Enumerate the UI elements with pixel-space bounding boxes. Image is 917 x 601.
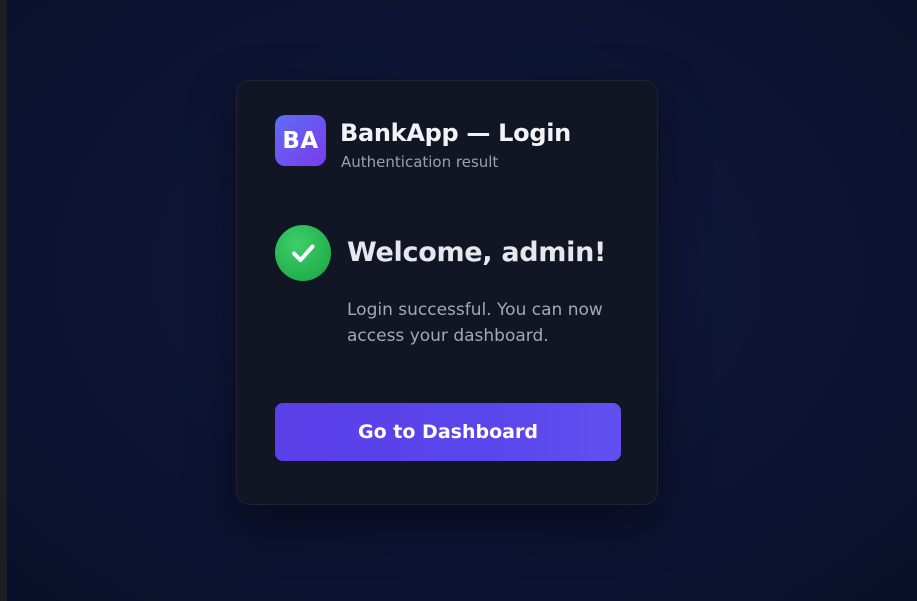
login-result-card: BA BankApp — Login Authentication result… bbox=[236, 80, 658, 505]
success-message: Login successful. You can now access you… bbox=[347, 300, 603, 346]
app-logo: BA bbox=[275, 115, 326, 166]
checkmark-icon bbox=[292, 244, 315, 262]
app-logo-text: BA bbox=[282, 127, 319, 154]
check-circle-icon bbox=[275, 225, 331, 281]
app-title: BankApp — Login bbox=[340, 119, 571, 147]
app-subtitle: Authentication result bbox=[341, 153, 499, 171]
go-to-dashboard-button[interactable]: Go to Dashboard bbox=[275, 403, 621, 461]
welcome-heading: Welcome, admin! bbox=[347, 237, 607, 268]
window-left-edge bbox=[0, 0, 7, 601]
